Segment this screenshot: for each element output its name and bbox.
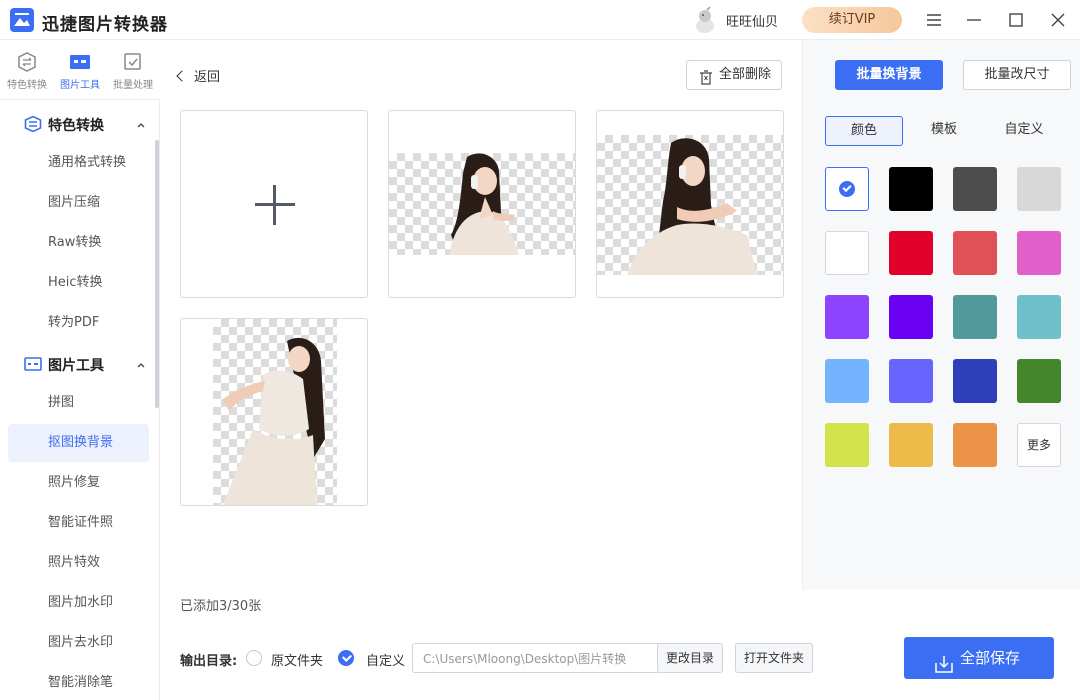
- sidebar-item-remove-watermark[interactable]: 图片去水印: [8, 624, 149, 662]
- save-all-button[interactable]: 全部保存: [904, 637, 1054, 679]
- color-swatch[interactable]: [889, 167, 933, 211]
- image-count: 已添加3/30张: [180, 599, 262, 614]
- batch-change-background-button[interactable]: 批量换背景: [835, 60, 943, 90]
- tab-custom[interactable]: 自定义: [985, 116, 1063, 146]
- delete-all-label: 全部删除: [719, 67, 772, 82]
- image-tools-icon: [24, 356, 42, 372]
- background-panel: 批量换背景 批量改尺寸 颜色 模板 自定义 更多: [802, 40, 1080, 590]
- sidebar-item-to-pdf[interactable]: 转为PDF: [8, 304, 149, 342]
- icon-tab-strip: 特色转换 图片工具 批量处理: [0, 40, 160, 100]
- portrait-photo: [627, 138, 757, 275]
- user-avatar[interactable]: [692, 6, 718, 34]
- title-bar: 迅捷图片转换器 旺旺仙贝 续订VIP: [0, 0, 1080, 40]
- radio-original-folder[interactable]: [246, 650, 262, 666]
- sidebar-item-general-convert[interactable]: 通用格式转换: [8, 144, 149, 182]
- color-swatch[interactable]: [1017, 231, 1061, 275]
- color-swatch[interactable]: [889, 423, 933, 467]
- color-swatch[interactable]: [889, 359, 933, 403]
- color-swatch[interactable]: [825, 231, 869, 275]
- icon-tab-label: 批量处理: [113, 80, 153, 91]
- batch-icon: [122, 52, 144, 72]
- icon-tab-label: 特色转换: [7, 80, 47, 91]
- minimize-icon[interactable]: [962, 8, 986, 32]
- change-directory-button[interactable]: 更改目录: [657, 643, 723, 673]
- portrait-photo: [449, 153, 519, 255]
- radio-original-folder-label: 原文件夹: [271, 654, 324, 669]
- image-thumbnail[interactable]: [180, 318, 368, 506]
- icon-tab-label: 图片工具: [60, 80, 100, 91]
- app-logo-icon: [10, 8, 34, 32]
- trash-icon: [699, 68, 713, 85]
- close-icon[interactable]: [1046, 8, 1070, 32]
- sidebar-item-id-photo[interactable]: 智能证件照: [8, 504, 149, 542]
- radio-custom-folder-label: 自定义: [366, 654, 406, 669]
- color-swatch[interactable]: [953, 231, 997, 275]
- tab-color[interactable]: 颜色: [825, 116, 903, 146]
- username[interactable]: 旺旺仙贝: [726, 11, 778, 30]
- swatch-transparent-selected[interactable]: [825, 167, 869, 211]
- batch-resize-button[interactable]: 批量改尺寸: [963, 60, 1071, 90]
- output-path-field[interactable]: [412, 643, 658, 673]
- back-button[interactable]: 返回: [176, 66, 221, 85]
- color-swatch[interactable]: [953, 359, 997, 403]
- color-swatch[interactable]: [953, 295, 997, 339]
- sidebar-section-image-tools[interactable]: 图片工具: [0, 344, 158, 384]
- sidebar-scrollbar[interactable]: [155, 140, 159, 408]
- color-swatch[interactable]: [953, 423, 997, 467]
- sidebar-section-label: 图片工具: [48, 358, 104, 374]
- convert-icon: [16, 52, 38, 72]
- color-swatch[interactable]: [825, 423, 869, 467]
- convert-icon: [24, 115, 42, 133]
- app-title: 迅捷图片转换器: [42, 15, 168, 35]
- sidebar-item-photo-repair[interactable]: 照片修复: [8, 464, 149, 502]
- color-swatch[interactable]: [825, 295, 869, 339]
- chevron-up-icon: [136, 358, 146, 368]
- save-all-label: 全部保存: [960, 649, 1021, 667]
- icon-tab-special[interactable]: 特色转换: [2, 52, 52, 91]
- check-icon: [839, 181, 855, 197]
- delete-all-button[interactable]: 全部删除: [686, 60, 782, 90]
- radio-custom-folder[interactable]: [338, 650, 354, 666]
- icon-tab-batch[interactable]: 批量处理: [108, 52, 158, 91]
- sidebar: 特色转换 通用格式转换 图片压缩 Raw转换 Heic转换 转为PDF 图片工具…: [0, 100, 160, 700]
- portrait-photo: [223, 337, 325, 505]
- sidebar-item-collage[interactable]: 拼图: [8, 384, 149, 422]
- image-thumbnail[interactable]: [596, 110, 784, 298]
- color-swatch[interactable]: [889, 295, 933, 339]
- tab-template[interactable]: 模板: [905, 116, 983, 146]
- icon-tab-image-tools[interactable]: 图片工具: [55, 52, 105, 91]
- image-tools-icon: [69, 52, 91, 72]
- chevron-left-icon: [176, 70, 188, 82]
- menu-icon[interactable]: [922, 8, 946, 32]
- chevron-up-icon: [136, 118, 146, 128]
- color-swatch[interactable]: [825, 359, 869, 403]
- add-image-card[interactable]: [180, 110, 368, 298]
- maximize-icon[interactable]: [1004, 8, 1028, 32]
- color-swatch[interactable]: [1017, 167, 1061, 211]
- open-folder-button[interactable]: 打开文件夹: [735, 643, 813, 673]
- color-swatch[interactable]: [953, 167, 997, 211]
- color-swatch[interactable]: [1017, 359, 1061, 403]
- output-dir-label: 输出目录:: [180, 654, 238, 669]
- color-swatch[interactable]: [1017, 295, 1061, 339]
- download-icon: [934, 648, 954, 673]
- sidebar-section-special[interactable]: 特色转换: [0, 104, 158, 144]
- sidebar-item-compress[interactable]: 图片压缩: [8, 184, 149, 222]
- main-area: 返回 全部删除 已添加3/30张 输出目录: 原文件夹 自定义 C:\Users…: [160, 40, 1054, 700]
- image-thumbnail[interactable]: [388, 110, 576, 298]
- sidebar-item-cutout-background[interactable]: 抠图换背景: [8, 424, 149, 462]
- color-swatch[interactable]: [889, 231, 933, 275]
- sidebar-item-heic[interactable]: Heic转换: [8, 264, 149, 302]
- back-label: 返回: [194, 70, 221, 85]
- sidebar-item-add-watermark[interactable]: 图片加水印: [8, 584, 149, 622]
- sidebar-section-label: 特色转换: [48, 118, 104, 134]
- sidebar-item-raw[interactable]: Raw转换: [8, 224, 149, 262]
- sidebar-item-photo-effects[interactable]: 照片特效: [8, 544, 149, 582]
- sidebar-item-smart-eraser[interactable]: 智能消除笔: [8, 664, 149, 700]
- renew-vip-button[interactable]: 续订VIP: [802, 7, 902, 33]
- more-colors-button[interactable]: 更多: [1017, 423, 1061, 467]
